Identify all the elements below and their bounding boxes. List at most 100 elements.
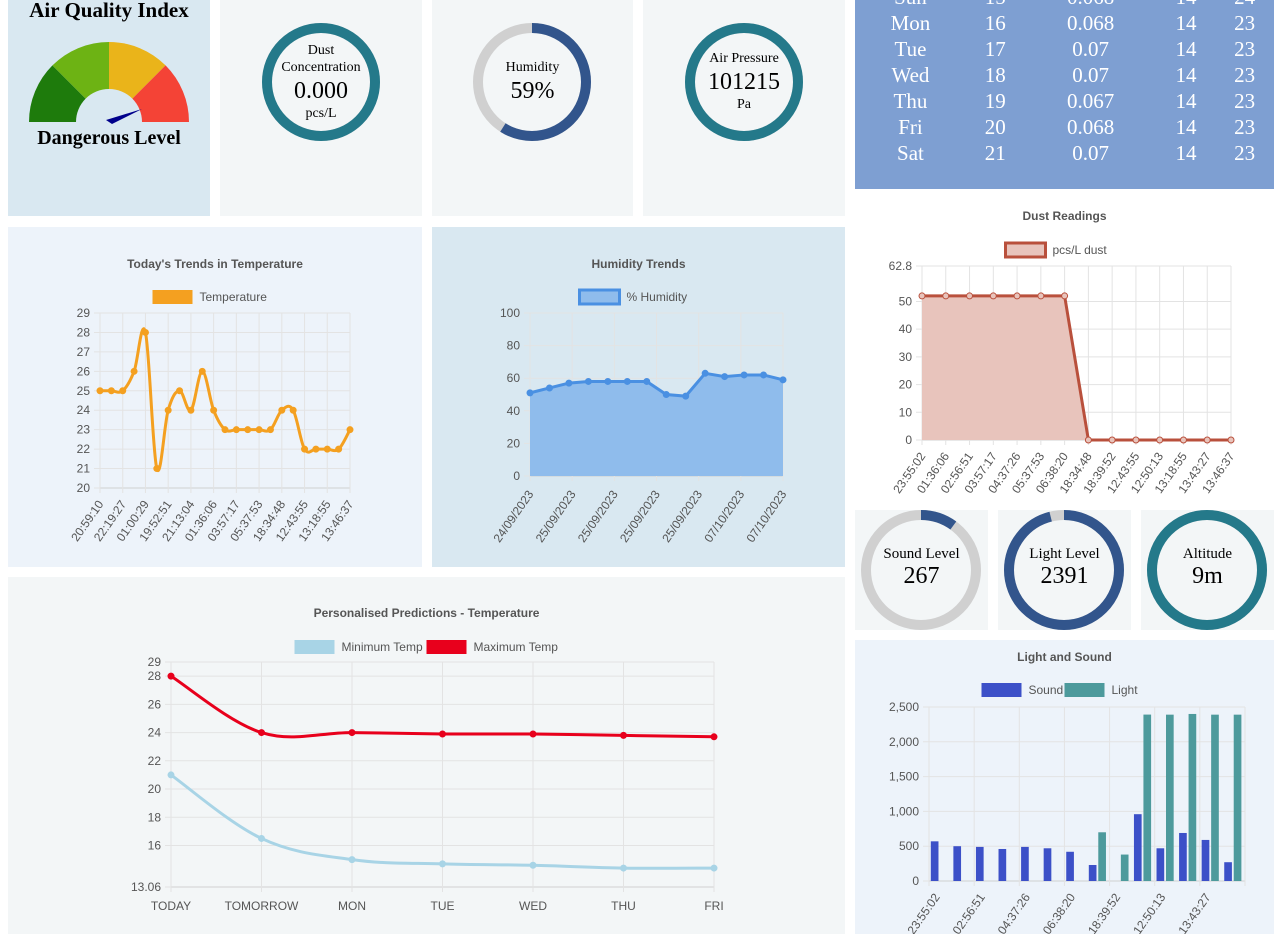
- data-point[interactable]: [167, 672, 175, 680]
- bar[interactable]: [1224, 862, 1232, 881]
- data-point[interactable]: [623, 377, 631, 385]
- data-point[interactable]: [130, 367, 138, 375]
- data-point[interactable]: [221, 426, 229, 434]
- data-point[interactable]: [301, 445, 309, 453]
- data-point[interactable]: [604, 377, 612, 385]
- data-point[interactable]: [346, 426, 354, 434]
- data-point[interactable]: [620, 731, 627, 739]
- forecast-date: 18: [984, 63, 1006, 87]
- data-point[interactable]: [584, 377, 592, 385]
- bar[interactable]: [1166, 714, 1174, 881]
- bar[interactable]: [953, 846, 962, 881]
- legend-swatch[interactable]: [294, 640, 335, 654]
- data-point[interactable]: [526, 389, 534, 397]
- bar[interactable]: [1021, 846, 1029, 881]
- legend-swatch[interactable]: [578, 288, 621, 306]
- data-point[interactable]: [1132, 436, 1140, 444]
- data-point[interactable]: [1084, 436, 1092, 444]
- data-point[interactable]: [529, 861, 537, 869]
- data-point[interactable]: [258, 729, 265, 737]
- bar[interactable]: [1233, 714, 1242, 881]
- bar[interactable]: [1088, 864, 1097, 881]
- data-point[interactable]: [701, 369, 709, 377]
- data-point[interactable]: [779, 376, 787, 384]
- data-point[interactable]: [966, 292, 974, 300]
- data-point[interactable]: [545, 384, 553, 392]
- data-point[interactable]: [710, 864, 718, 872]
- bar[interactable]: [1143, 714, 1152, 881]
- bar[interactable]: [930, 841, 939, 881]
- legend-swatch[interactable]: [1064, 683, 1105, 697]
- bar[interactable]: [1043, 848, 1052, 881]
- data-point[interactable]: [244, 426, 252, 434]
- data-point[interactable]: [187, 406, 195, 414]
- data-point[interactable]: [96, 387, 104, 395]
- bar[interactable]: [1211, 714, 1219, 881]
- data-point[interactable]: [348, 856, 356, 864]
- bar[interactable]: [975, 846, 984, 881]
- data-point[interactable]: [278, 406, 286, 414]
- pressure-unit: Pa: [737, 97, 751, 112]
- bar[interactable]: [1201, 839, 1210, 881]
- data-point[interactable]: [167, 771, 175, 779]
- data-point[interactable]: [942, 292, 950, 300]
- data-point[interactable]: [1156, 436, 1164, 444]
- data-point[interactable]: [721, 373, 729, 381]
- data-point[interactable]: [198, 367, 206, 375]
- data-point[interactable]: [1108, 436, 1116, 444]
- legend-label: pcs/L dust: [1053, 243, 1108, 257]
- data-point[interactable]: [323, 445, 331, 453]
- data-point[interactable]: [529, 730, 537, 738]
- data-point[interactable]: [312, 445, 320, 453]
- data-point[interactable]: [335, 445, 343, 453]
- data-point[interactable]: [232, 426, 240, 434]
- data-point[interactable]: [119, 387, 127, 395]
- data-point[interactable]: [643, 377, 651, 385]
- x-tick-label: 12:50:13: [1130, 890, 1168, 934]
- data-point[interactable]: [620, 864, 627, 872]
- y-tick-label: 21: [77, 462, 91, 476]
- legend-swatch[interactable]: [981, 683, 1022, 697]
- humidity-gauge-panel: Humidity 59%: [432, 0, 633, 216]
- bar[interactable]: [1179, 832, 1187, 881]
- bar[interactable]: [1156, 848, 1165, 881]
- data-point[interactable]: [565, 379, 573, 387]
- data-point[interactable]: [1013, 292, 1021, 300]
- data-point[interactable]: [258, 834, 265, 842]
- legend-swatch[interactable]: [152, 290, 193, 304]
- data-point[interactable]: [439, 730, 446, 738]
- data-point[interactable]: [107, 387, 115, 395]
- forecast-date: 21: [984, 141, 1006, 165]
- data-point[interactable]: [662, 391, 670, 398]
- bar[interactable]: [998, 848, 1007, 881]
- data-point[interactable]: [760, 371, 768, 379]
- data-point[interactable]: [210, 406, 218, 414]
- data-point[interactable]: [348, 729, 356, 737]
- data-point[interactable]: [266, 426, 274, 434]
- data-point[interactable]: [153, 465, 161, 473]
- data-point[interactable]: [682, 392, 690, 400]
- bar[interactable]: [1066, 851, 1074, 881]
- bar[interactable]: [1098, 832, 1106, 881]
- data-point[interactable]: [164, 406, 172, 414]
- data-point[interactable]: [1203, 436, 1211, 444]
- data-point[interactable]: [141, 328, 149, 336]
- data-point[interactable]: [989, 292, 997, 300]
- data-point[interactable]: [918, 292, 926, 300]
- legend-swatch[interactable]: [426, 640, 467, 654]
- data-point[interactable]: [1179, 436, 1187, 444]
- data-point[interactable]: [1037, 292, 1045, 300]
- data-point[interactable]: [1227, 436, 1235, 444]
- bar[interactable]: [1188, 713, 1197, 881]
- forecast-row: Wed 18 0.07 14 23: [855, 62, 1274, 88]
- data-point[interactable]: [289, 406, 297, 414]
- data-point[interactable]: [740, 371, 748, 379]
- legend-swatch[interactable]: [1004, 241, 1047, 259]
- data-point[interactable]: [710, 733, 718, 741]
- data-point[interactable]: [176, 387, 184, 395]
- bar[interactable]: [1133, 814, 1142, 881]
- bar[interactable]: [1120, 854, 1129, 881]
- data-point[interactable]: [255, 426, 263, 434]
- data-point[interactable]: [439, 860, 446, 868]
- data-point[interactable]: [1061, 292, 1069, 300]
